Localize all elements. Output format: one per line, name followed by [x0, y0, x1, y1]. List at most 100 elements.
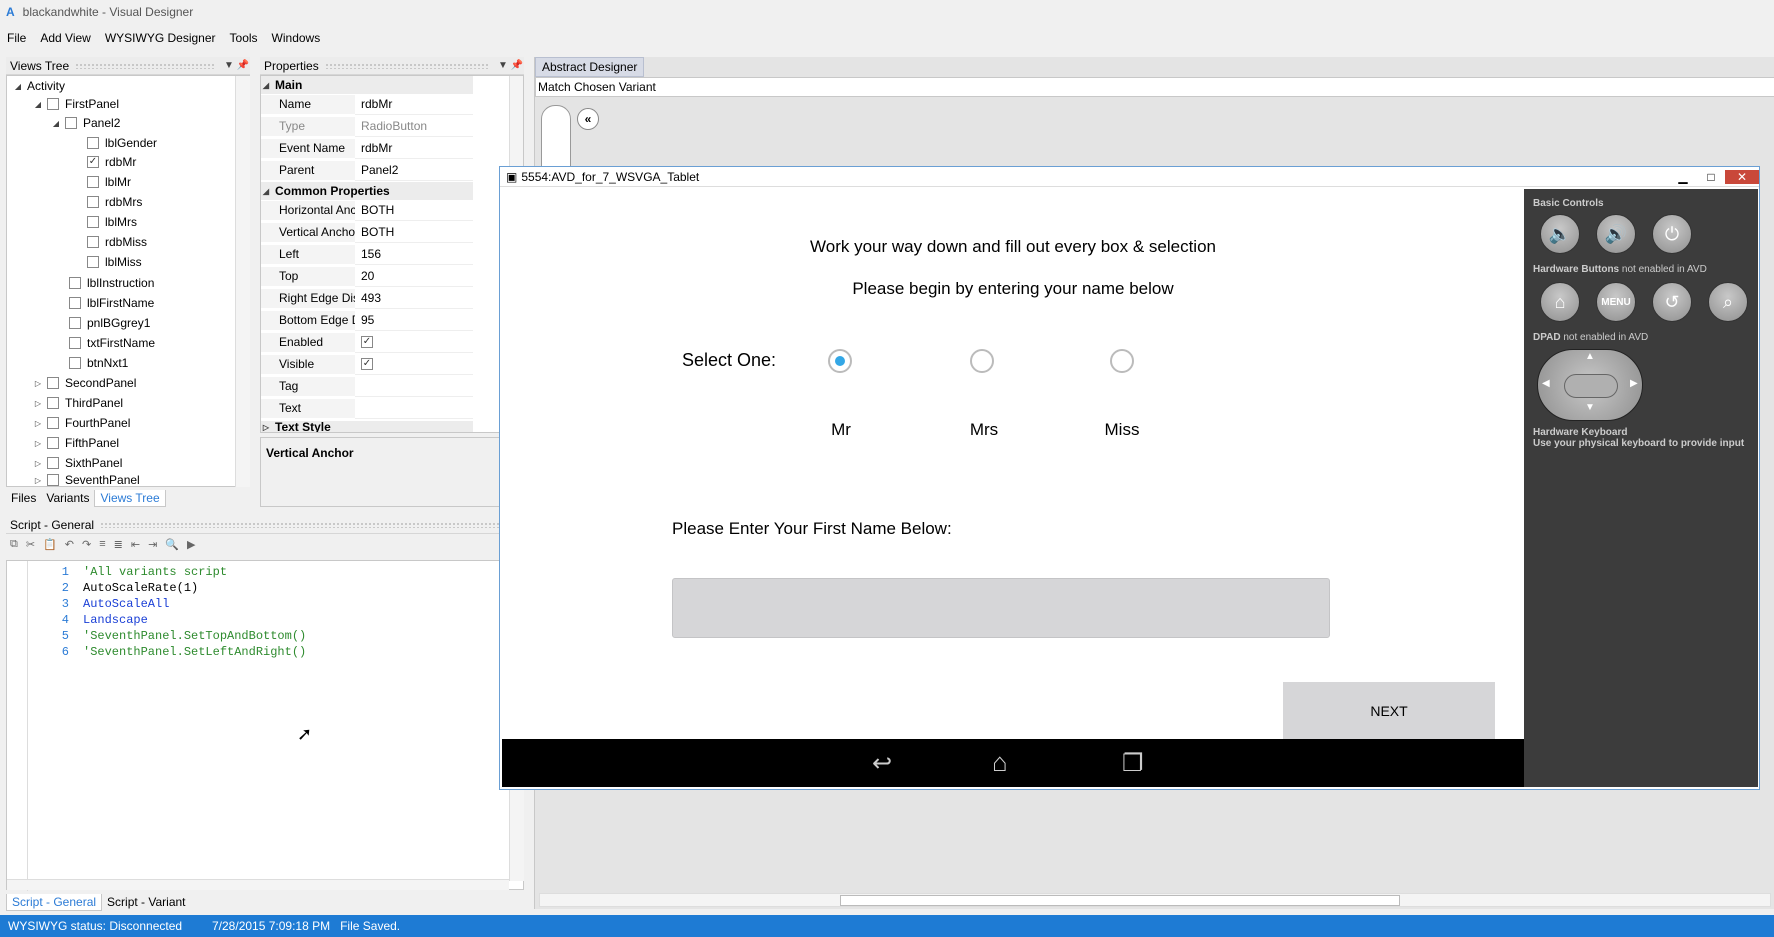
power-icon[interactable]: ⏻ — [1652, 214, 1692, 254]
copy-icon[interactable]: ⧉ — [10, 538, 18, 556]
section-text-style[interactable]: ▷ Text Style — [261, 421, 473, 432]
first-name-input[interactable] — [672, 578, 1330, 638]
checkbox[interactable] — [69, 297, 81, 309]
variant-selector[interactable]: Match Chosen Variant — [535, 77, 1774, 97]
tab-files[interactable]: Files — [6, 490, 41, 507]
checkbox[interactable] — [69, 337, 81, 349]
tab-script-general[interactable]: Script - General — [6, 894, 103, 911]
tree-item-lblmr[interactable]: lblMr — [87, 173, 131, 191]
checkbox[interactable] — [47, 474, 59, 486]
code-hscroll[interactable] — [7, 879, 509, 890]
home-icon[interactable]: ⌂ — [1540, 282, 1580, 322]
dpad-down-icon[interactable]: ▼ — [1585, 402, 1595, 413]
collapse-icon[interactable]: ◢ — [33, 100, 43, 109]
code-line[interactable]: AutoScaleAll — [83, 597, 169, 611]
volume-up-icon[interactable]: 🔊 — [1596, 214, 1636, 254]
tree-item-pnlbggrey1[interactable]: pnlBGgrey1 — [69, 314, 150, 332]
tree-scrollbar[interactable] — [235, 76, 250, 487]
checkbox[interactable] — [47, 457, 59, 469]
tree-item-btnnxt1[interactable]: btnNxt1 — [69, 354, 128, 372]
expand-icon[interactable]: ▷ — [33, 419, 43, 428]
tree-item-lblmiss[interactable]: lblMiss — [87, 253, 142, 271]
checkbox[interactable] — [87, 137, 99, 149]
cut-icon[interactable]: ✂ — [26, 538, 35, 556]
tree-item-lblgender[interactable]: lblGender — [87, 134, 157, 152]
prop-text[interactable]: Text — [261, 399, 473, 419]
recents-nav-icon[interactable]: ❐ — [1122, 749, 1144, 778]
checkbox[interactable] — [87, 256, 99, 268]
tree-item-panel2[interactable]: ◢ Panel2 — [51, 114, 120, 132]
minimize-icon[interactable]: ▁ — [1669, 170, 1697, 184]
tree-item-thirdpanel[interactable]: ▷ ThirdPanel — [33, 394, 123, 412]
tab-script-variant[interactable]: Script - Variant — [102, 894, 190, 911]
tree-item-rdbmr[interactable]: ✓ rdbMr — [87, 153, 136, 171]
next-button[interactable]: NEXT — [1283, 682, 1495, 739]
dpad-control[interactable]: ▲ ▼ ◀ ▶ — [1537, 349, 1643, 421]
outdent-icon[interactable]: ⇤ — [131, 538, 140, 556]
menu-tools[interactable]: Tools — [223, 31, 265, 45]
tree-item-rdbmrs[interactable]: rdbMrs — [87, 193, 142, 211]
tab-variants[interactable]: Variants — [41, 490, 94, 507]
menu-windows[interactable]: Windows — [265, 31, 328, 45]
expand-icon[interactable]: ▷ — [33, 459, 43, 468]
collapse-double-left-icon[interactable]: « — [577, 108, 599, 130]
code-editor[interactable]: 1 'All variants script 2 AutoScaleRate(1) … — [6, 560, 524, 891]
checkbox[interactable] — [87, 236, 99, 248]
prop-bottom-edge[interactable]: Bottom Edge Dista95 — [261, 311, 473, 331]
expand-icon[interactable]: ▷ — [33, 439, 43, 448]
prop-right-edge[interactable]: Right Edge Distanc493 — [261, 289, 473, 309]
checkbox[interactable] — [47, 437, 59, 449]
tab-views-tree[interactable]: Views Tree — [94, 490, 166, 507]
tree-item-lblinstruction[interactable]: lblInstruction — [69, 274, 154, 292]
radio-miss[interactable] — [1110, 349, 1134, 373]
checkbox[interactable] — [69, 317, 81, 329]
dpad-center[interactable] — [1564, 374, 1618, 398]
close-icon[interactable]: ✕ — [1725, 169, 1759, 184]
prop-left[interactable]: Left 156 — [261, 245, 473, 265]
tree-item-secondpanel[interactable]: ▷ SecondPanel — [33, 374, 136, 392]
checkbox[interactable] — [69, 277, 81, 289]
checkbox-checked[interactable]: ✓ — [87, 156, 99, 168]
code-line[interactable]: 'SeventhPanel.SetLeftAndRight() — [83, 645, 306, 659]
checkbox[interactable] — [47, 417, 59, 429]
collapse-icon[interactable]: ◢ — [13, 82, 23, 91]
dpad-up-icon[interactable]: ▲ — [1585, 351, 1595, 362]
expand-icon[interactable]: ▷ — [33, 399, 43, 408]
prop-parent[interactable]: Parent Panel2 — [261, 161, 473, 181]
dropdown-icon[interactable]: ▼ — [496, 60, 510, 71]
checkbox[interactable] — [65, 117, 77, 129]
prop-top[interactable]: Top 20 — [261, 267, 473, 287]
search-icon[interactable]: ⌕ — [1708, 282, 1748, 322]
tree-item-firstpanel[interactable]: ◢ FirstPanel — [33, 95, 119, 113]
expand-icon[interactable]: ▷ — [33, 476, 43, 485]
paste-icon[interactable]: 📋 — [43, 538, 57, 556]
prop-horizontal-anchor[interactable]: Horizontal AnchorBOTH — [261, 201, 473, 221]
code-line[interactable]: 'SeventhPanel.SetTopAndBottom() — [83, 629, 306, 643]
checkbox[interactable] — [69, 357, 81, 369]
volume-down-icon[interactable]: 🔈 — [1540, 214, 1580, 254]
find-icon[interactable]: 🔍 — [165, 538, 179, 556]
prop-tag[interactable]: Tag — [261, 377, 473, 397]
tree-item-lblmrs[interactable]: lblMrs — [87, 213, 137, 231]
section-common[interactable]: ◢ Common Properties — [261, 182, 473, 200]
collapse-icon[interactable]: ◢ — [51, 119, 61, 128]
radio-mr[interactable] — [828, 349, 852, 373]
checkbox[interactable] — [47, 98, 59, 110]
redo-icon[interactable]: ↷ — [82, 538, 91, 556]
enabled-checkbox[interactable]: ✓ — [361, 336, 373, 349]
prop-visible[interactable]: Visible ✓ — [261, 355, 473, 375]
checkbox[interactable] — [47, 377, 59, 389]
dropdown-icon[interactable]: ▼ — [222, 60, 236, 71]
maximize-icon[interactable]: □ — [1697, 170, 1725, 184]
back-nav-icon[interactable]: ↩ — [872, 749, 892, 778]
code-line[interactable]: 'All variants script — [83, 565, 227, 579]
dpad-left-icon[interactable]: ◀ — [1542, 378, 1550, 389]
menu-add-view[interactable]: Add View — [33, 31, 97, 45]
back-icon[interactable]: ↺ — [1652, 282, 1692, 322]
checkbox[interactable] — [47, 397, 59, 409]
tree-item-seventhpanel[interactable]: ▷ SeventhPanel — [33, 473, 140, 487]
dpad-right-icon[interactable]: ▶ — [1630, 378, 1638, 389]
undo-icon[interactable]: ↶ — [65, 538, 74, 556]
indent-icon[interactable]: ⇥ — [148, 538, 157, 556]
prop-enabled[interactable]: Enabled ✓ — [261, 333, 473, 353]
